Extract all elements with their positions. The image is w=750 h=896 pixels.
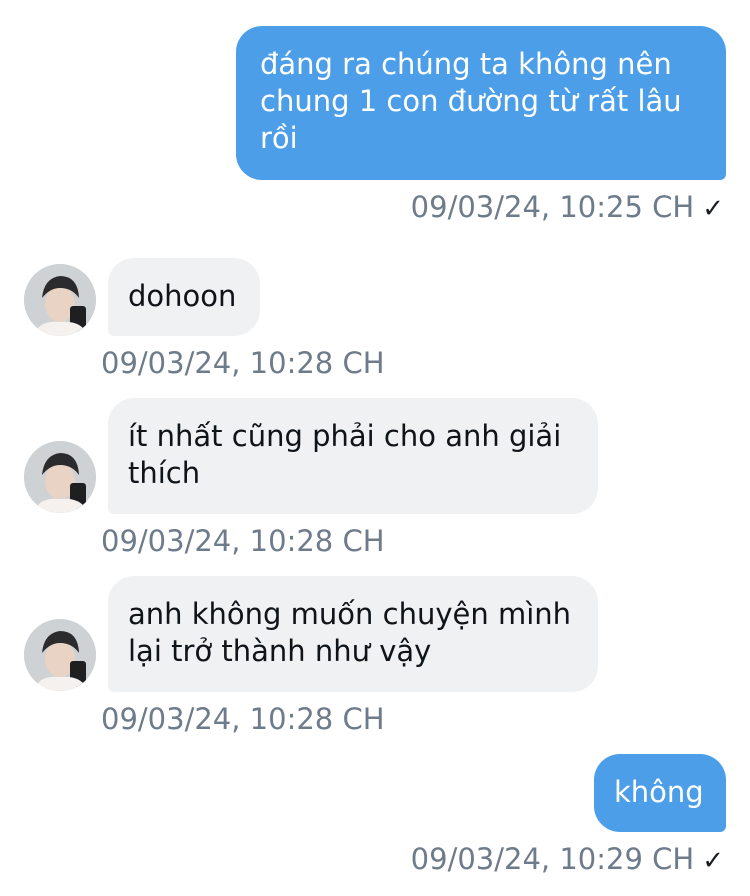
message-text: đáng ra chúng ta không nên chung 1 con đ… [260, 47, 682, 155]
message-text: ít nhất cũng phải cho anh giải thích [128, 419, 562, 490]
timestamp-text: 09/03/24, 10:29 CH [410, 842, 695, 876]
avatar[interactable] [24, 441, 96, 513]
timestamp-text: 09/03/24, 10:28 CH [101, 524, 385, 558]
message-timestamp: 09/03/24, 10:28 CH [101, 702, 385, 736]
avatar[interactable] [24, 619, 96, 691]
message-timestamp: 09/03/24, 10:28 CH [101, 346, 385, 380]
message-bubble-received[interactable]: dohoon [108, 258, 260, 336]
message-bubble-sent[interactable]: đáng ra chúng ta không nên chung 1 con đ… [236, 26, 726, 180]
timestamp-text: 09/03/24, 10:25 CH [410, 190, 695, 224]
message-timestamp: 09/03/24, 10:25 CH ✓ [411, 190, 724, 226]
avatar[interactable] [24, 264, 96, 336]
message-timestamp: 09/03/24, 10:29 CH ✓ [411, 842, 724, 878]
avatar-image [24, 441, 96, 513]
message-text: anh không muốn chuyện mình lại trở thành… [128, 597, 572, 668]
avatar-image [24, 264, 96, 336]
message-text: không [614, 775, 704, 809]
message-bubble-received[interactable]: ít nhất cũng phải cho anh giải thích [108, 398, 598, 514]
message-bubble-sent[interactable]: không [594, 754, 726, 832]
message-text: dohoon [128, 279, 237, 313]
timestamp-text: 09/03/24, 10:28 CH [101, 346, 385, 380]
timestamp-text: 09/03/24, 10:28 CH [101, 702, 385, 736]
message-timestamp: 09/03/24, 10:28 CH [101, 524, 385, 558]
check-icon: ✓ [702, 194, 724, 224]
message-bubble-received[interactable]: anh không muốn chuyện mình lại trở thành… [108, 576, 598, 692]
check-icon: ✓ [702, 846, 724, 876]
avatar-image [24, 619, 96, 691]
